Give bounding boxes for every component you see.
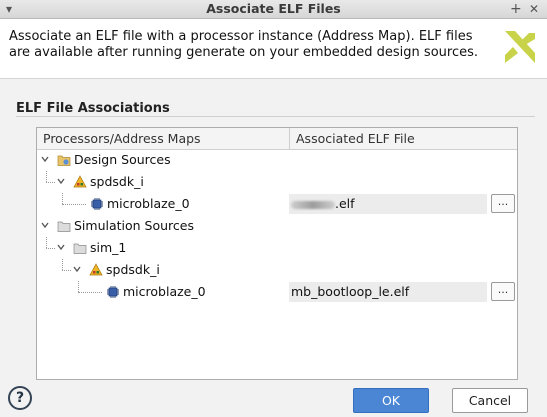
tree-row-label: microblaze_0 [123,284,206,299]
browse-elf-button[interactable]: ... [491,194,515,213]
elf-file-field[interactable]: .elf [289,194,487,214]
column-header-elf-file[interactable]: Associated ELF File [296,128,415,149]
table-header: Processors/Address Maps Associated ELF F… [37,128,517,150]
folder-icon [73,243,87,254]
browse-elf-button[interactable]: ... [491,282,515,301]
section-divider [16,116,535,117]
close-icon[interactable]: ✕ [529,0,539,18]
tree-row-processor[interactable]: microblaze_0 mb_bootloop_le.elf ... [37,281,517,303]
elf-file-field[interactable]: mb_bootloop_le.elf [289,282,487,302]
chevron-down-icon[interactable] [41,155,49,163]
tree-row-processor[interactable]: microblaze_0 .elf ... [37,193,517,215]
window-title: Associate ELF Files [206,1,341,16]
tree-row-block-design[interactable]: spdsdk_i [37,259,517,281]
chevron-down-icon[interactable] [57,177,65,185]
help-button[interactable]: ? [8,386,32,410]
xilinx-logo-icon [505,31,535,63]
tree-row-label: Simulation Sources [74,218,195,233]
tree-row-label: microblaze_0 [107,196,190,211]
ok-button[interactable]: OK [353,388,429,413]
redacted-filename [291,200,335,209]
title-bar: ▾ Associate ELF Files + ✕ [0,0,547,19]
elf-association-tree-table[interactable]: Processors/Address Maps Associated ELF F… [36,127,518,380]
chevron-down-icon[interactable] [57,243,65,251]
tree-row-sim-set[interactable]: sim_1 [37,237,517,259]
block-design-icon [89,263,103,276]
chevron-down-icon[interactable] [73,265,81,273]
section-title: ELF File Associations [16,101,170,116]
processor-icon [107,286,119,298]
column-header-processors[interactable]: Processors/Address Maps [43,128,201,149]
tree-row-label: spdsdk_i [90,174,144,189]
tree-row-block-design[interactable]: spdsdk_i [37,171,517,193]
cancel-button[interactable]: Cancel [452,388,528,413]
block-design-icon [73,175,87,188]
tree-row-design-sources[interactable]: Design Sources [37,149,517,171]
tree-row-label: Design Sources [74,152,171,167]
tree-row-label: spdsdk_i [106,262,160,277]
design-sources-icon [57,155,71,166]
tree-row-simulation-sources[interactable]: Simulation Sources [37,215,517,237]
header-description: Associate an ELF file with a processor i… [9,29,478,60]
folder-icon [57,221,71,232]
processor-icon [91,198,103,210]
maximize-icon[interactable]: + [510,0,522,18]
tree-row-label: sim_1 [90,240,127,255]
chevron-down-icon[interactable] [41,221,49,229]
dialog-header: Associate an ELF file with a processor i… [0,19,547,79]
column-separator[interactable] [289,128,290,149]
